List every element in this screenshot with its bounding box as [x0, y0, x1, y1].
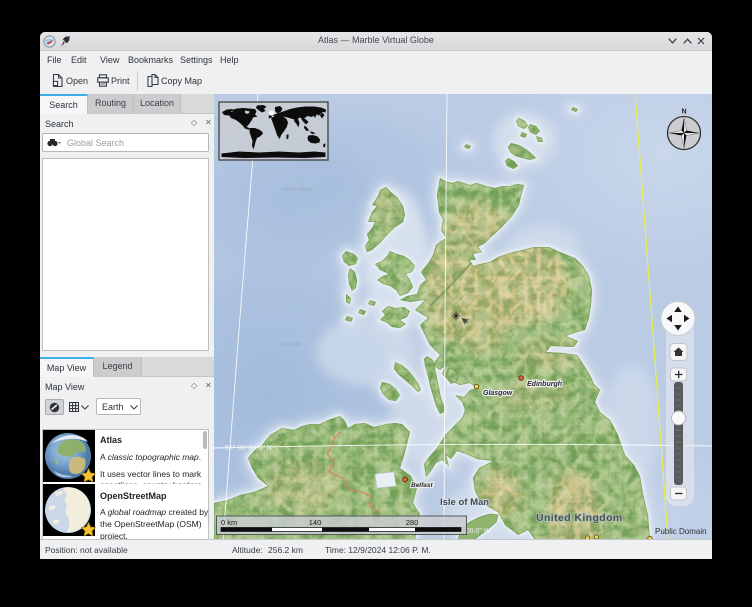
svg-text:St Kilda: St Kilda	[282, 342, 301, 348]
svg-text:Edinburgh: Edinburgh	[527, 381, 562, 388]
svg-text:N: N	[681, 109, 686, 116]
svg-text:Isle of Man: Isle of Man	[440, 497, 489, 508]
svg-text:North Rona: North Rona	[284, 187, 312, 193]
svg-text:55° 00' 00.0" N: 55° 00' 00.0" N	[225, 444, 272, 452]
svg-text:140: 140	[309, 518, 322, 527]
svg-text:0 km: 0 km	[221, 518, 237, 527]
svg-text:Belfast: Belfast	[411, 482, 434, 489]
svg-text:Public Domain: Public Domain	[655, 527, 707, 536]
svg-text:280: 280	[406, 518, 419, 527]
svg-text:Glasgow: Glasgow	[483, 390, 513, 397]
svg-text:United Kingdom: United Kingdom	[536, 512, 623, 524]
